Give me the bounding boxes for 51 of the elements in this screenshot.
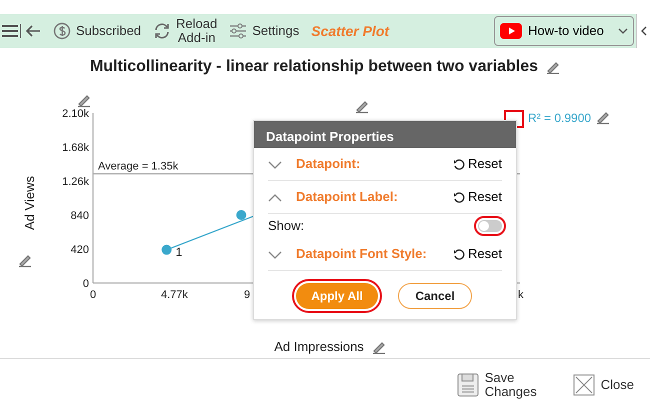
chart-title: Multicollinearity - linear relationship between two variables bbox=[90, 56, 538, 76]
axis-tick-label: k bbox=[518, 289, 524, 301]
edit-icon[interactable] bbox=[18, 255, 32, 268]
chevron-icon bbox=[618, 28, 628, 34]
menu-icon[interactable] bbox=[2, 24, 18, 38]
video-button[interactable]: How-to video bbox=[494, 16, 634, 46]
axis-title: Ad Views bbox=[22, 176, 37, 230]
play-icon bbox=[500, 23, 522, 39]
edit-icon[interactable] bbox=[546, 60, 560, 74]
settings-button[interactable]: Settings bbox=[229, 22, 300, 40]
close-button[interactable]: Close bbox=[572, 371, 634, 400]
save-icon bbox=[456, 373, 479, 398]
axis-tick-label: 1.68k bbox=[62, 142, 89, 154]
reset-icon bbox=[453, 190, 466, 204]
chevron-icon bbox=[640, 26, 648, 36]
sliders-icon bbox=[229, 22, 248, 40]
reset-button[interactable]: Reset bbox=[453, 154, 502, 174]
axis-tick-label: 420 bbox=[70, 244, 89, 256]
dialog-title: Datapoint Properties bbox=[254, 121, 516, 148]
reset-button[interactable]: Reset bbox=[453, 187, 502, 207]
data-label: 1 bbox=[176, 244, 182, 259]
axis-tick-label: 0 bbox=[82, 278, 89, 290]
axis-title: Ad Impressions bbox=[274, 338, 364, 356]
edit-icon[interactable] bbox=[355, 101, 369, 114]
close-icon bbox=[572, 374, 595, 396]
refresh-icon bbox=[153, 22, 172, 40]
cancel-button[interactable]: Cancel bbox=[398, 283, 472, 309]
subscribed-button[interactable]: Subscribed bbox=[53, 22, 142, 40]
axis-tick-label: 4.77k bbox=[161, 289, 188, 301]
edit-icon[interactable] bbox=[372, 340, 386, 354]
axis-tick-label: 2.10k bbox=[62, 108, 89, 120]
save-button[interactable]: Save Changes bbox=[456, 371, 537, 400]
reset-icon bbox=[453, 158, 466, 170]
reset-icon bbox=[453, 248, 466, 260]
app-title: Scatter Plot bbox=[311, 22, 390, 40]
back-icon[interactable] bbox=[20, 24, 41, 38]
axis-tick-label: 0 bbox=[90, 289, 96, 301]
edit-icon[interactable] bbox=[596, 112, 610, 124]
axis-tick-label: 840 bbox=[70, 210, 89, 222]
data-point[interactable] bbox=[236, 210, 246, 220]
toggle-switch[interactable] bbox=[478, 220, 502, 232]
axis-tick-label: 9 bbox=[244, 289, 250, 301]
field-label: Show: bbox=[268, 217, 304, 236]
dollar-icon bbox=[53, 22, 71, 40]
data-point[interactable] bbox=[162, 244, 172, 255]
axis-tick-label: 1.26k bbox=[62, 176, 89, 188]
average-label: Average = 1.35k bbox=[98, 160, 178, 173]
edit-icon[interactable] bbox=[77, 95, 91, 108]
reload-button[interactable]: Reload Add-in bbox=[153, 16, 218, 46]
r-squared-label: R² = 0.9900 bbox=[528, 111, 592, 125]
reset-button[interactable]: Reset bbox=[453, 244, 502, 264]
